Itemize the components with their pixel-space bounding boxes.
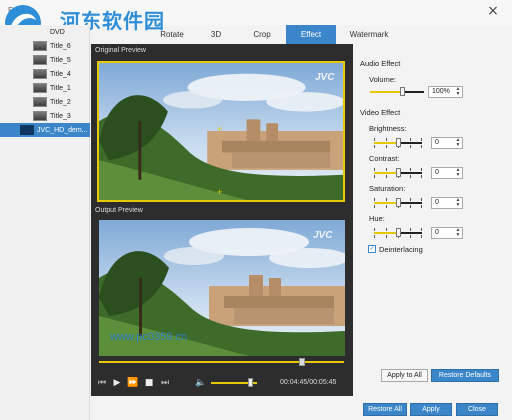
skip-end-icon[interactable]: ⏭ — [159, 377, 171, 389]
crop-handle-icon[interactable]: + — [217, 125, 222, 134]
list-item[interactable]: Title_2 — [0, 95, 90, 109]
tab-rotate[interactable]: Rotate — [150, 25, 194, 44]
tab-crop[interactable]: Crop — [238, 25, 286, 44]
spin-arrows-icon[interactable]: ▲ ▼ — [455, 228, 461, 238]
timeline-handle[interactable] — [299, 358, 305, 366]
file-label: DVD — [50, 28, 65, 36]
saturation-slider[interactable] — [374, 196, 422, 208]
volume-slider[interactable] — [370, 86, 424, 98]
file-label: Title_1 — [50, 84, 71, 92]
close-icon[interactable]: × — [486, 4, 500, 18]
brightness-spinbox[interactable]: 0 ▲ ▼ — [431, 137, 463, 149]
list-item[interactable]: Title_3 — [0, 109, 90, 123]
spin-arrows-icon[interactable]: ▲ ▼ — [455, 87, 461, 97]
preview-volume-handle[interactable] — [248, 378, 253, 387]
saturation-label: Saturation: — [369, 184, 406, 193]
hue-value: 0 — [435, 229, 439, 236]
brightness-value: 0 — [435, 139, 439, 146]
tab-effect[interactable]: Effect — [286, 25, 336, 44]
video-thumbnail — [20, 125, 34, 135]
tab-watermark[interactable]: Watermark — [336, 25, 402, 44]
volume-value: 100% — [432, 88, 450, 95]
video-thumbnail — [33, 69, 47, 79]
stop-icon[interactable]: ■ — [143, 377, 155, 389]
close-button[interactable]: Close — [456, 403, 498, 416]
video-logo: JVC — [313, 230, 333, 241]
hue-label: Hue: — [369, 214, 385, 223]
video-effect-heading: Video Effect — [360, 108, 401, 117]
contrast-spinbox[interactable]: 0 ▲ ▼ — [431, 167, 463, 179]
contrast-label: Contrast: — [369, 154, 400, 163]
apply-to-all-button[interactable]: Apply to All — [381, 369, 428, 382]
edit-window: Edit × 河东软件园 DVD Title_6 Title_5 Title_4… — [0, 0, 512, 420]
list-item[interactable]: Title_6 — [0, 39, 90, 53]
saturation-spinbox[interactable]: 0 ▲ ▼ — [431, 197, 463, 209]
video-logo: JVC — [315, 72, 335, 83]
timeline-slider[interactable] — [99, 358, 344, 366]
list-item[interactable]: Title_4 — [0, 67, 90, 81]
output-preview-label: Output Preview — [95, 207, 143, 214]
fast-forward-icon[interactable]: ⏩ — [127, 377, 139, 389]
file-label: Title_6 — [50, 42, 71, 50]
list-item[interactable]: Title_5 — [0, 53, 90, 67]
original-preview-label: Original Preview — [95, 47, 146, 54]
list-item-selected[interactable]: JVC_HD_dem... — [0, 123, 90, 137]
saturation-value: 0 — [435, 199, 439, 206]
file-label: JVC_HD_dem... — [37, 126, 88, 134]
saturation-handle[interactable] — [396, 198, 401, 207]
volume-spinbox[interactable]: 100% ▲ ▼ — [428, 86, 463, 98]
deinterlacing-checkbox[interactable]: ✓ — [368, 245, 376, 253]
skip-start-icon[interactable]: ⏮ — [96, 377, 108, 389]
timeline-track — [99, 361, 344, 363]
volume-label: Volume: — [369, 75, 397, 84]
video-thumbnail — [33, 41, 47, 51]
contrast-value: 0 — [435, 169, 439, 176]
playback-controls: ⏮ ▶ ⏩ ■ ⏭ 🔈 00:04:45/00:05:45 — [91, 372, 353, 394]
brightness-handle[interactable] — [396, 138, 401, 147]
hue-slider[interactable] — [374, 226, 422, 238]
deinterlacing-label: Deinterlacing — [379, 245, 423, 254]
tab-3d[interactable]: 3D — [194, 25, 238, 44]
restore-all-button[interactable]: Restore All — [363, 403, 407, 416]
playback-time: 00:04:45/00:05:45 — [280, 379, 337, 386]
hue-handle[interactable] — [396, 228, 401, 237]
file-list: DVD Title_6 Title_5 Title_4 Title_1 Titl… — [0, 25, 90, 420]
tab-bar: Rotate 3D Crop Effect Watermark — [150, 25, 510, 44]
volume-fill — [370, 91, 402, 93]
list-item[interactable]: DVD — [0, 25, 90, 39]
contrast-slider[interactable] — [374, 166, 422, 178]
list-item[interactable]: Title_1 — [0, 81, 90, 95]
contrast-handle[interactable] — [396, 168, 401, 177]
hue-spinbox[interactable]: 0 ▲ ▼ — [431, 227, 463, 239]
file-label: Title_2 — [50, 98, 71, 106]
watermark-url: www.pc0359.cn — [110, 331, 188, 343]
play-icon[interactable]: ▶ — [111, 377, 123, 389]
file-label: Title_5 — [50, 56, 71, 64]
file-label: Title_4 — [50, 70, 71, 78]
spin-arrows-icon[interactable]: ▲ ▼ — [455, 138, 461, 148]
video-thumbnail — [33, 97, 47, 107]
restore-defaults-button[interactable]: Restore Defaults — [431, 369, 499, 382]
spin-arrows-icon[interactable]: ▲ ▼ — [455, 168, 461, 178]
brightness-slider[interactable] — [374, 136, 422, 148]
apply-button[interactable]: Apply — [410, 403, 452, 416]
volume-handle[interactable] — [400, 87, 405, 96]
speaker-icon[interactable]: 🔈 — [195, 377, 207, 389]
crop-handle-icon[interactable]: + — [217, 188, 222, 197]
file-label: Title_3 — [50, 112, 71, 120]
brightness-label: Brightness: — [369, 124, 407, 133]
audio-effect-heading: Audio Effect — [360, 59, 401, 68]
spin-arrows-icon[interactable]: ▲ ▼ — [455, 198, 461, 208]
video-thumbnail — [33, 55, 47, 65]
video-thumbnail — [33, 83, 47, 93]
video-thumbnail — [33, 111, 47, 121]
